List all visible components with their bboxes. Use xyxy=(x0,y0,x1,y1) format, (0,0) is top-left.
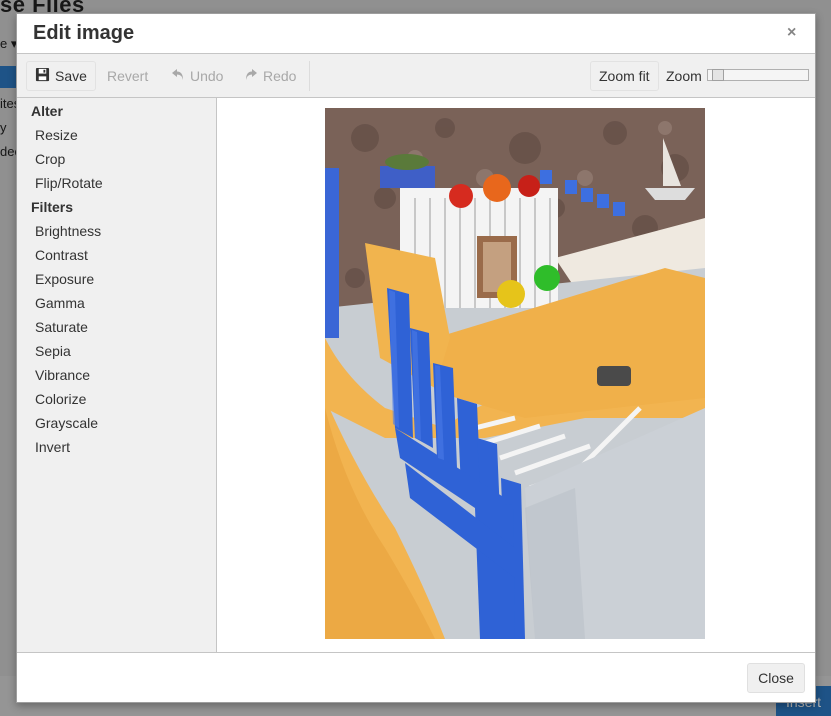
undo-arrow-icon xyxy=(171,68,185,84)
sidebar-item-brightness[interactable]: Brightness xyxy=(35,223,101,239)
save-button[interactable]: Save xyxy=(26,61,96,91)
floppy-disk-icon xyxy=(35,67,50,85)
zoom-fit-label: Zoom fit xyxy=(599,68,650,84)
sidebar-item-colorize[interactable]: Colorize xyxy=(35,391,86,407)
save-label: Save xyxy=(55,68,87,84)
sidebar-item-saturate[interactable]: Saturate xyxy=(35,319,88,335)
redo-button[interactable]: Redo xyxy=(236,61,304,91)
zoom-label: Zoom xyxy=(666,68,702,84)
close-icon[interactable]: × xyxy=(787,24,796,42)
image-canvas xyxy=(217,98,815,652)
zoom-slider-handle[interactable] xyxy=(711,69,724,81)
revert-label: Revert xyxy=(107,68,149,84)
redo-arrow-icon xyxy=(244,68,258,84)
dialog-title: Edit image xyxy=(33,22,135,44)
edit-image-dialog: Edit image × Save Revert Undo Redo Zoom xyxy=(16,13,816,703)
sidebar-item-exposure[interactable]: Exposure xyxy=(35,271,94,287)
sidebar-item-grayscale[interactable]: Grayscale xyxy=(35,415,98,431)
dialog-header: Edit image × xyxy=(17,14,815,54)
sidebar-item-sepia[interactable]: Sepia xyxy=(35,343,71,359)
filters-heading: Filters xyxy=(31,199,74,215)
close-button[interactable]: Close xyxy=(747,663,805,693)
sidebar-item-vibrance[interactable]: Vibrance xyxy=(35,367,90,383)
redo-label: Redo xyxy=(263,68,297,84)
zoom-fit-button[interactable]: Zoom fit xyxy=(590,61,659,91)
sidebar-item-crop[interactable]: Crop xyxy=(35,151,65,167)
sidebar-item-resize[interactable]: Resize xyxy=(35,127,78,143)
revert-button[interactable]: Revert xyxy=(99,61,156,91)
sidebar-item-flip-rotate[interactable]: Flip/Rotate xyxy=(35,175,103,191)
alter-heading: Alter xyxy=(31,103,63,119)
undo-button[interactable]: Undo xyxy=(163,61,231,91)
dialog-footer: Close xyxy=(17,652,815,702)
sidebar-item-gamma[interactable]: Gamma xyxy=(35,295,85,311)
undo-label: Undo xyxy=(190,68,224,84)
sidebar-item-invert[interactable]: Invert xyxy=(35,439,70,455)
edited-photo[interactable] xyxy=(325,108,705,639)
sidebar-item-contrast[interactable]: Contrast xyxy=(35,247,88,263)
toolbar: Save Revert Undo Redo Zoom fit Zoom xyxy=(17,54,815,98)
filter-sidebar: Alter Resize Crop Flip/Rotate Filters Br… xyxy=(17,98,217,652)
toolbar-separator xyxy=(309,61,310,91)
zoom-slider[interactable] xyxy=(707,69,809,81)
